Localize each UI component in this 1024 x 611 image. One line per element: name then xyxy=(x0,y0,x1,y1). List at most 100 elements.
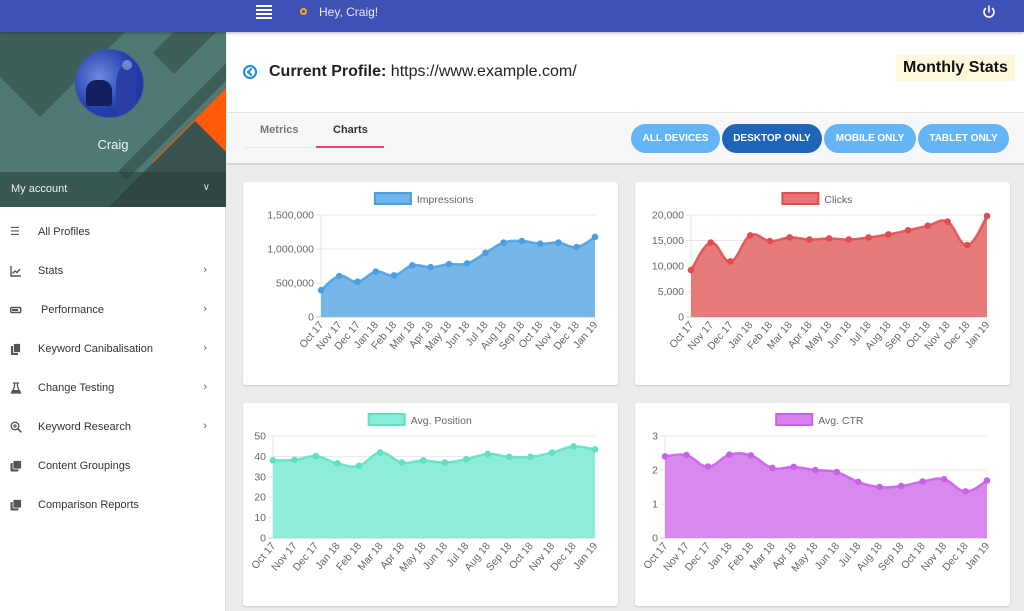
data-point xyxy=(963,241,971,249)
y-tick-label: 10,000 xyxy=(652,261,684,273)
sidebar: Craig My account ∨ ☰ All Profiles Stats … xyxy=(0,32,226,611)
data-point xyxy=(377,449,384,456)
data-point xyxy=(527,453,534,461)
sidebar-item-label: Comparison Reports xyxy=(38,499,139,511)
legend-swatch xyxy=(367,413,406,426)
data-point xyxy=(661,453,669,460)
data-point xyxy=(573,243,581,251)
legend-label: Avg. CTR xyxy=(818,415,864,427)
avg-ctr-chart-card: Avg. CTR 0 1 2 3 Oct 17 Nov 17 Dec 17 Jan 18 Feb … xyxy=(635,403,1010,606)
greeting-text: Hey, Craig! xyxy=(319,5,379,19)
area-fill xyxy=(691,216,987,317)
data-point xyxy=(854,478,862,486)
data-point xyxy=(372,268,380,275)
data-point xyxy=(962,488,969,495)
avg-position-chart: Avg. Position01020304050Oct 17Nov 17Dec … xyxy=(249,413,600,574)
data-point xyxy=(707,239,715,246)
chevron-right-icon: › xyxy=(203,303,207,315)
legend-swatch xyxy=(781,192,820,205)
sidebar-item-label: Content Groupings xyxy=(38,460,131,472)
data-point xyxy=(746,232,754,239)
sidebar-item-all-profiles[interactable]: ☰ All Profiles xyxy=(0,213,225,252)
y-tick-label: 20,000 xyxy=(652,210,684,222)
data-point xyxy=(409,262,416,269)
profile-header: Craig My account ∨ xyxy=(0,32,226,207)
data-point xyxy=(291,456,298,464)
sidebar-item-label: Keyword Research xyxy=(38,421,131,433)
profile-name: Craig xyxy=(97,137,129,152)
chart-line-icon xyxy=(10,266,21,277)
y-tick-label: 0 xyxy=(260,533,266,545)
avatar[interactable] xyxy=(75,49,144,118)
my-account-dropdown[interactable]: My account ∨ xyxy=(0,172,226,207)
x-tick-label: Jan 19 xyxy=(963,540,993,572)
data-point xyxy=(845,236,853,243)
data-point xyxy=(398,459,406,466)
sidebar-item-content-groupings[interactable]: Content Groupings xyxy=(0,447,225,486)
sidebar-item-comparison-reports[interactable]: Comparison Reports xyxy=(0,486,225,525)
sidebar-item-keyword-canibalisation[interactable]: Keyword Canibalisation › xyxy=(0,330,225,369)
y-tick-label: 2 xyxy=(652,465,658,477)
chevron-right-icon: › xyxy=(203,342,207,354)
y-tick-label: 50 xyxy=(254,431,266,443)
library-icon xyxy=(10,460,22,472)
page-title: Current Profile: https://www.example.com… xyxy=(269,63,577,81)
data-point xyxy=(555,239,562,246)
y-tick-label: 3 xyxy=(652,431,658,443)
tablet-only-button[interactable]: TABLET ONLY xyxy=(918,124,1009,153)
data-point xyxy=(591,446,599,453)
data-point xyxy=(683,451,690,459)
my-account-label: My account xyxy=(11,183,68,195)
data-point xyxy=(904,227,912,234)
data-point xyxy=(825,235,833,242)
data-point xyxy=(482,249,489,257)
data-point xyxy=(727,258,734,265)
back-arrow-icon[interactable] xyxy=(243,65,257,79)
clicks-chart: Clicks05,00010,00015,00020,000Oct 17Nov … xyxy=(652,192,992,353)
data-point xyxy=(505,453,513,461)
avg-ctr-chart: Avg. CTR0123Oct 17Nov 17Dec 17Jan 18Feb … xyxy=(641,413,993,574)
data-point xyxy=(354,278,361,286)
data-point xyxy=(747,452,755,459)
tab-charts[interactable]: Charts xyxy=(333,124,368,136)
data-point xyxy=(940,475,948,483)
library-icon xyxy=(10,499,22,511)
sidebar-item-label: Change Testing xyxy=(38,382,115,394)
sidebar-item-label: Performance xyxy=(41,304,104,316)
y-tick-label: 500,000 xyxy=(276,278,314,290)
sidebar-item-label: All Profiles xyxy=(38,226,90,238)
tab-metrics[interactable]: Metrics xyxy=(260,124,299,136)
y-tick-label: 1,000,000 xyxy=(267,244,314,256)
flask-icon xyxy=(10,382,22,394)
data-point xyxy=(786,234,793,241)
profile-header-card: Current Profile: https://www.example.com… xyxy=(227,32,1024,113)
hamburger-icon[interactable] xyxy=(256,5,272,19)
area-fill xyxy=(273,446,595,538)
avg-position-chart-card: Avg. Position 0 10 20 30 40 50 Oct 17 Nov 17 Dec … xyxy=(243,403,618,606)
power-icon[interactable] xyxy=(981,4,997,20)
impressions-chart: Impressions0500,0001,000,0001,500,000Oct… xyxy=(267,192,600,353)
data-point xyxy=(518,237,526,245)
monthly-stats-badge: Monthly Stats xyxy=(896,55,1015,81)
legend-label: Avg. Position xyxy=(411,415,472,427)
all-devices-button[interactable]: ALL DEVICES xyxy=(631,124,720,153)
y-tick-label: 0 xyxy=(678,312,684,324)
data-point xyxy=(983,212,991,220)
sidebar-item-keyword-research[interactable]: Keyword Research › xyxy=(0,408,225,447)
chevron-right-icon: › xyxy=(203,381,207,393)
y-tick-label: 40 xyxy=(254,451,266,463)
mobile-only-button[interactable]: MOBILE ONLY xyxy=(824,124,916,153)
data-point xyxy=(441,459,449,466)
data-point xyxy=(876,483,883,491)
sidebar-item-change-testing[interactable]: Change Testing › xyxy=(0,369,225,408)
data-point xyxy=(536,240,544,247)
tab-bar: Metrics Charts ALL DEVICES DESKTOP ONLY … xyxy=(227,113,1024,165)
sidebar-item-stats[interactable]: Stats › xyxy=(0,252,225,291)
data-point xyxy=(885,231,892,238)
y-tick-label: 30 xyxy=(254,471,266,483)
main-content: Current Profile: https://www.example.com… xyxy=(227,32,1024,611)
sidebar-item-performance[interactable]: Performance › xyxy=(0,291,225,330)
data-point xyxy=(419,457,427,464)
desktop-only-button[interactable]: DESKTOP ONLY xyxy=(722,124,822,153)
data-point xyxy=(833,468,841,476)
